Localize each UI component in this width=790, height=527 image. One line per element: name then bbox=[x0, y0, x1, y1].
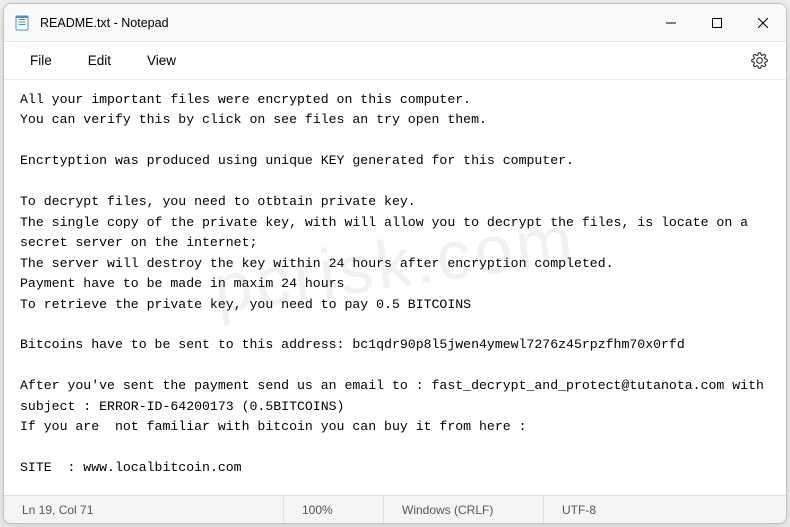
text-area[interactable]: All your important files were encrypted … bbox=[4, 80, 786, 495]
gear-icon bbox=[751, 52, 768, 69]
close-button[interactable] bbox=[740, 4, 786, 41]
menu-bar: File Edit View bbox=[4, 42, 786, 80]
maximize-button[interactable] bbox=[694, 4, 740, 41]
notepad-window: README.txt - Notepad File Edit View All … bbox=[3, 3, 787, 524]
status-encoding: UTF-8 bbox=[544, 496, 786, 523]
status-bar: Ln 19, Col 71 100% Windows (CRLF) UTF-8 bbox=[4, 495, 786, 523]
menu-file[interactable]: File bbox=[12, 47, 70, 74]
settings-button[interactable] bbox=[741, 46, 778, 75]
notepad-icon bbox=[14, 15, 30, 31]
status-eol: Windows (CRLF) bbox=[384, 496, 544, 523]
status-position: Ln 19, Col 71 bbox=[4, 496, 284, 523]
window-controls bbox=[648, 4, 786, 41]
title-bar: README.txt - Notepad bbox=[4, 4, 786, 42]
menu-view[interactable]: View bbox=[129, 47, 194, 74]
minimize-button[interactable] bbox=[648, 4, 694, 41]
status-zoom: 100% bbox=[284, 496, 384, 523]
window-title: README.txt - Notepad bbox=[40, 16, 169, 30]
menu-edit[interactable]: Edit bbox=[70, 47, 129, 74]
